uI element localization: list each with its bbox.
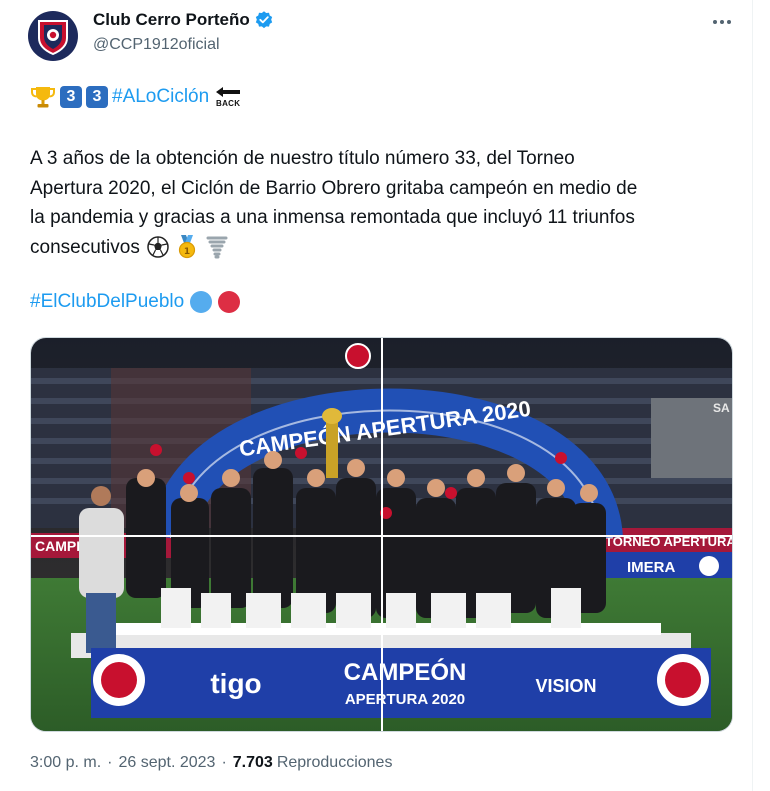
dot-icon	[727, 20, 731, 24]
avatar[interactable]	[28, 11, 78, 61]
separator-dot: ·	[107, 754, 113, 771]
hashtag-link[interactable]: #ALoCiclón	[112, 86, 209, 108]
tweet-date[interactable]: 26 sept. 2023	[118, 754, 215, 772]
author-name-row: Club Cerro Porteño	[93, 10, 274, 30]
photo-champions-celebration: SA CAMPEÓN TORNEO APERTURA IMERA CAMPEÓN…	[31, 338, 732, 731]
trophy-icon	[31, 87, 55, 108]
emoji-hashtag-line: 3 3 #ALoCiclón BACK	[30, 83, 241, 111]
club-crest-icon	[38, 20, 68, 56]
tweet-card: Club Cerro Porteño @CCP1912oficial 3 3 #…	[0, 0, 770, 791]
soccer-ball-icon	[147, 236, 169, 259]
dot-icon	[720, 20, 724, 24]
tweet-photo[interactable]: SA CAMPEÓN TORNEO APERTURA IMERA CAMPEÓN…	[30, 337, 733, 732]
tweet-body-line: A 3 años de la obtención de nuestro títu…	[30, 148, 575, 169]
tweet-body-line: Apertura 2020, el Ciclón de Barrio Obrer…	[30, 177, 638, 199]
author-handle[interactable]: @CCP1912oficial	[93, 36, 220, 54]
tweet-footer: 3:00 p. m. · 26 sept. 2023 · 7.703 Repro…	[30, 754, 392, 772]
tweet-body-line-last: consecutivos 1	[30, 233, 730, 263]
dot-icon	[713, 20, 717, 24]
board-campeon-text: CAMPEÓN	[344, 658, 467, 686]
separator-dot: ·	[221, 754, 227, 771]
board-apertura-text: APERTURA 2020	[345, 691, 465, 708]
blue-circle-icon	[190, 291, 213, 313]
red-circle-icon	[218, 291, 241, 313]
more-options-button[interactable]	[708, 10, 736, 34]
hashtag-link[interactable]: #ElClubDelPueblo	[30, 291, 184, 313]
tweet-body: A 3 años de la obtención de nuestro títu…	[30, 144, 730, 262]
tweet-body-text: consecutivos	[30, 236, 140, 258]
svg-text:1: 1	[184, 247, 190, 257]
back-label: BACK	[216, 99, 241, 108]
stand-letters: SA	[713, 401, 730, 415]
board-tigo-text: tigo	[210, 668, 261, 699]
back-arrow-icon: BACK	[215, 86, 241, 108]
medal-icon: 1	[179, 235, 196, 259]
column-border	[752, 0, 753, 791]
author-display-name[interactable]: Club Cerro Porteño	[93, 10, 250, 30]
board-vision-text: VISION	[535, 676, 596, 696]
views-label: Reproducciones	[276, 754, 393, 771]
views-count[interactable]: 7.703	[233, 754, 273, 772]
tweet-body-line: la pandemia y gracias a una inmensa remo…	[30, 207, 635, 228]
verified-badge-icon	[255, 11, 272, 29]
keycap-three: 3	[60, 86, 82, 108]
hashtag-line: #ElClubDelPueblo	[30, 291, 241, 313]
tornado-icon	[206, 236, 228, 259]
keycap-three: 3	[86, 86, 108, 108]
tweet-time[interactable]: 3:00 p. m.	[30, 754, 101, 772]
side-banner-right-text-2: IMERA	[627, 559, 676, 576]
